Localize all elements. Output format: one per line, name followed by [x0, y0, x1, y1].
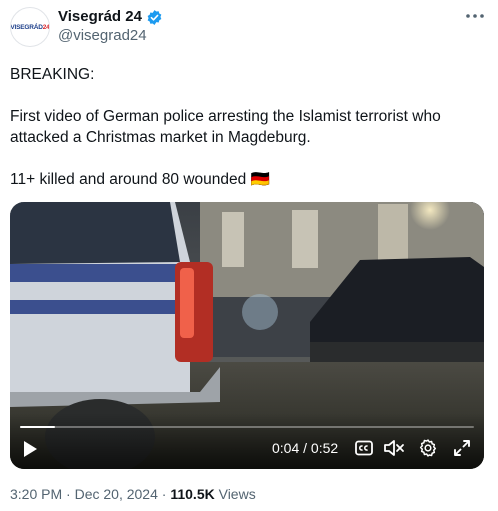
tweet-text: BREAKING: First video of German police a… [10, 66, 441, 188]
more-options-icon[interactable] [464, 9, 486, 23]
post-date[interactable]: Dec 20, 2024 [75, 486, 158, 502]
fullscreen-icon[interactable] [451, 437, 473, 459]
settings-gear-icon[interactable] [417, 437, 439, 459]
verified-badge-icon [147, 9, 162, 25]
post-time[interactable]: 3:20 PM [10, 486, 62, 502]
tweet-header: VISEGRÁD24 Visegrád 24 @visegrad24 [10, 7, 488, 49]
mute-icon[interactable] [383, 437, 405, 459]
views-label: Views [214, 486, 256, 502]
avatar-logo: VISEGRÁD24 [10, 23, 50, 31]
display-name[interactable]: Visegrád 24 [58, 8, 163, 26]
author-names: Visegrád 24 @visegrad24 [58, 8, 163, 46]
avatar[interactable]: VISEGRÁD24 [10, 7, 50, 47]
video-time: 0:04 / 0:52 [272, 440, 339, 456]
progress-fill [20, 426, 55, 428]
current-time: 0:04 [272, 440, 300, 456]
display-name-text[interactable]: Visegrád 24 [58, 8, 142, 26]
views-count: 110.5K [170, 486, 215, 502]
play-icon[interactable] [22, 439, 40, 459]
captions-icon[interactable] [353, 437, 375, 459]
video-player[interactable]: 0:04 / 0:52 [10, 202, 484, 469]
progress-bar[interactable] [20, 426, 474, 428]
author-handle[interactable]: @visegrad24 [58, 26, 163, 46]
duration: 0:52 [310, 440, 339, 456]
video-controls: 0:04 / 0:52 [10, 413, 484, 469]
tweet-meta: 3:20 PM · Dec 20, 2024 · 110.5K Views [10, 486, 256, 502]
